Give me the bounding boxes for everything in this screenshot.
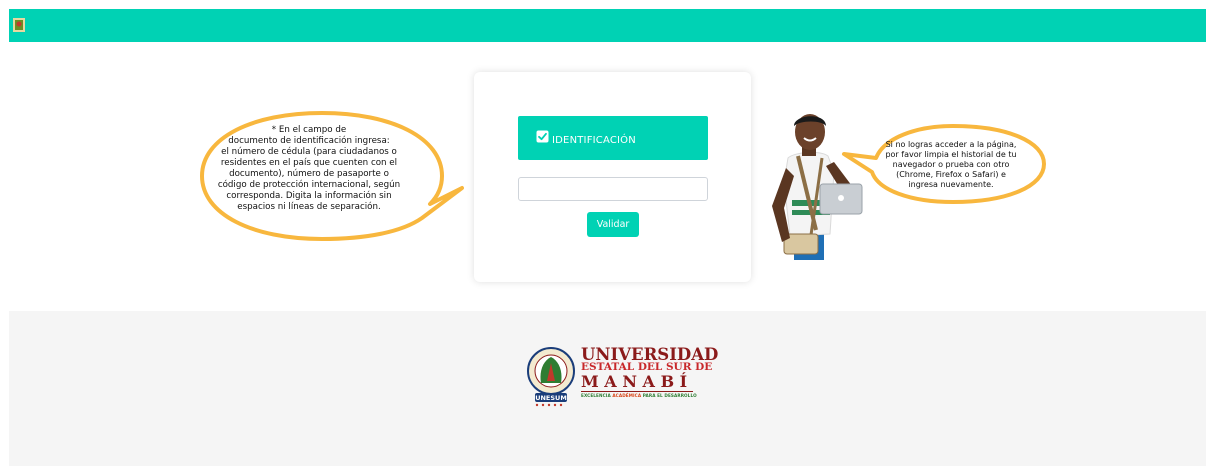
university-tagline: EXCELENCIA ACADÉMICA PARA EL DESARROLLO [581,393,697,398]
university-seal: UNESUM [527,347,575,407]
checkbox-icon [536,130,549,143]
info-text-right: Si no logras acceder a la página, por fa… [885,140,1017,189]
university-location: MANABÍ [581,372,693,391]
tagline-part-1: EXCELENCIA [581,393,613,398]
tagline-part-3: PARA EL DESARROLLO [641,393,697,398]
identification-label: IDENTIFICACIÓN [552,135,636,146]
tagline-part-2: ACADÉMICA [612,393,642,398]
seal-acronym: UNESUM [535,394,567,402]
validate-button[interactable]: Validar [587,212,639,237]
identification-input[interactable] [518,177,708,201]
top-bar [9,9,1206,42]
info-text-left: * En el campo de documento de identifica… [217,125,401,212]
university-seal-icon[interactable] [13,18,25,32]
logo-divider [581,391,693,392]
identification-header: IDENTIFICACIÓN [518,116,708,160]
